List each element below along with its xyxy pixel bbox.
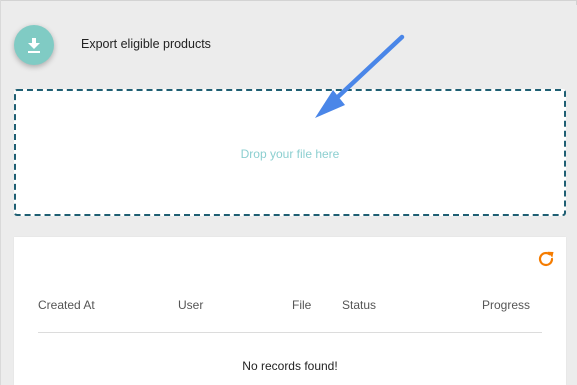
window-left-border: [0, 0, 1, 385]
export-label[interactable]: Export eligible products: [81, 37, 211, 51]
file-dropzone[interactable]: Drop your file here: [14, 89, 566, 216]
dropzone-text: Drop your file here: [240, 147, 340, 161]
window-top-border: [0, 0, 577, 5]
column-header-user[interactable]: User: [178, 298, 203, 312]
refresh-icon: [538, 251, 554, 267]
refresh-button[interactable]: [536, 249, 556, 269]
table-divider: [38, 332, 542, 333]
column-header-progress[interactable]: Progress: [482, 298, 530, 312]
column-header-status[interactable]: Status: [342, 298, 376, 312]
records-panel: Created At User File Status Progress No …: [14, 237, 566, 385]
column-header-created-at[interactable]: Created At: [38, 298, 95, 312]
export-button[interactable]: [14, 25, 54, 65]
empty-state-message: No records found!: [242, 359, 338, 373]
column-header-file[interactable]: File: [292, 298, 311, 312]
download-icon: [28, 38, 40, 53]
